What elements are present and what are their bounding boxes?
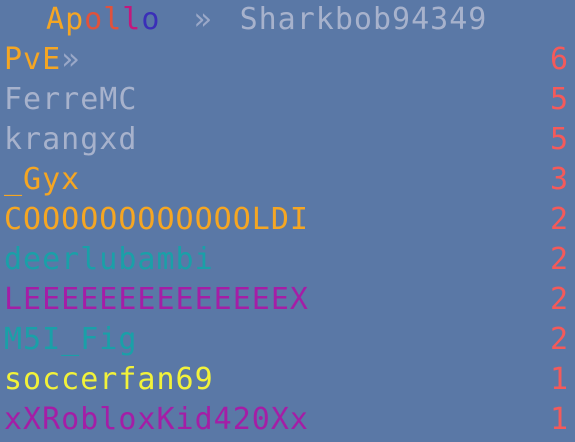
row-name: xXRobloxKid420Xx: [4, 402, 309, 437]
scoreboard-row: M5I_Fig 2: [4, 320, 575, 360]
server-name-letter: A: [46, 2, 66, 37]
separator-icon: »: [193, 2, 213, 37]
scoreboard-row: deerlubambi 2: [4, 240, 575, 280]
row-name: deerlubambi: [4, 242, 214, 277]
separator-icon: »: [61, 42, 81, 77]
server-name-letter: p: [65, 2, 85, 37]
row-score: 3: [549, 162, 569, 197]
row-name: PvE »: [4, 40, 80, 80]
row-score: 2: [549, 282, 569, 317]
scoreboard-row: FerreMC 5: [4, 80, 575, 120]
row-name: LEEEEEEEEEEEEEEX: [4, 282, 309, 317]
server-name: Apollo: [46, 2, 160, 37]
scoreboard-row: COOOOOOOOOOOOLDI 2: [4, 200, 575, 240]
server-name-letter: o: [141, 2, 161, 37]
server-name-letter: l: [122, 2, 142, 37]
scoreboard-row: soccerfan69 1: [4, 360, 575, 400]
server-name-letter: o: [84, 2, 104, 37]
scoreboard-row: xXRobloxKid420Xx 1: [4, 400, 575, 440]
scoreboard-row: krangxd 5: [4, 120, 575, 160]
row-score: 2: [549, 322, 569, 357]
row-score: 1: [549, 362, 569, 397]
row-score: 1: [549, 402, 569, 437]
scoreboard-title: Apollo » Sharkbob94349: [4, 0, 575, 40]
row-name: krangxd: [4, 122, 138, 157]
row-score: 2: [549, 202, 569, 237]
player-name: Sharkbob94349: [239, 2, 488, 37]
scoreboard-row: LEEEEEEEEEEEEEEX 2: [4, 280, 575, 320]
row-name: soccerfan69: [4, 362, 214, 397]
row-name: FerreMC: [4, 82, 138, 117]
row-score: 5: [549, 122, 569, 157]
row-name: COOOOOOOOOOOOLDI: [4, 202, 309, 237]
row-name: _Gyx: [4, 162, 81, 197]
row-score: 6: [549, 42, 569, 77]
scoreboard: Apollo » Sharkbob94349 PvE » 6 FerreMC 5…: [0, 0, 575, 442]
row-score: 2: [549, 242, 569, 277]
scoreboard-row: _Gyx 3: [4, 160, 575, 200]
row-score: 5: [549, 82, 569, 117]
row-name: M5I_Fig: [4, 322, 138, 357]
server-name-letter: l: [103, 2, 123, 37]
scoreboard-row: PvE » 6: [4, 40, 575, 80]
